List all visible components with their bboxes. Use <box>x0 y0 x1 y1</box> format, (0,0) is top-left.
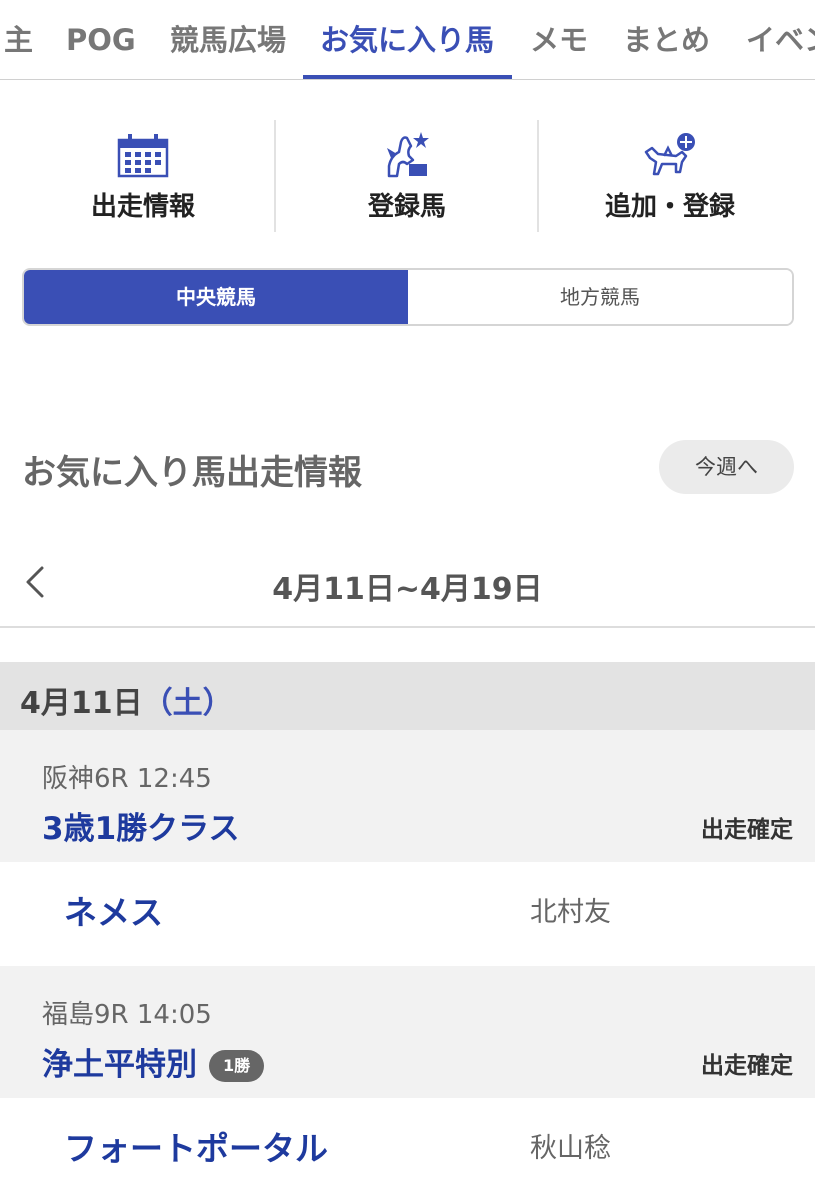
menu-add-register[interactable]: 追加・登録 <box>539 120 801 232</box>
week-range: 4月11日~4月19日 <box>272 572 543 607</box>
race-name: 浄土平特別 1勝 <box>42 1039 265 1084</box>
race-venue-time: 阪神6R 12:45 <box>42 764 212 794</box>
week-navigation: 4月11日~4月19日 <box>0 540 815 628</box>
this-week-button[interactable]: 今週へ <box>659 440 794 494</box>
jockey-name: 北村友 <box>530 897 611 928</box>
horse-row[interactable]: ネメス 北村友 <box>0 862 815 966</box>
top-tab-bar: 主 POG 競馬広場 お気に入り馬 メモ まとめ イベン <box>0 0 815 80</box>
race-header[interactable]: 阪神6R 12:45 3歳1勝クラス 出走確定 <box>0 730 815 862</box>
race-venue-time: 福島9R 14:05 <box>42 1000 212 1030</box>
menu-entry-info[interactable]: 出走情報 <box>12 120 274 232</box>
horse-trophy-icon <box>387 132 429 178</box>
tab-memo[interactable]: メモ <box>530 0 588 79</box>
tab-favorite-horses[interactable]: お気に入り馬 <box>320 0 494 79</box>
tab-event[interactable]: イベン <box>746 0 815 79</box>
tab-matome[interactable]: まとめ <box>623 0 710 79</box>
segment-local-racing[interactable]: 地方競馬 <box>408 270 792 324</box>
active-tab-indicator <box>303 75 512 79</box>
tab-keiba-hiroba[interactable]: 競馬広場 <box>170 0 286 79</box>
horse-add-icon <box>644 133 695 176</box>
menu-add-register-label: 追加・登録 <box>604 192 735 222</box>
jockey-name: 秋山稔 <box>530 1133 611 1164</box>
menu-entry-info-label: 出走情報 <box>90 192 195 222</box>
racing-category-toggle: 中央競馬 地方競馬 <box>22 268 794 326</box>
segment-central-racing[interactable]: 中央競馬 <box>24 270 408 324</box>
tab-pog[interactable]: POG <box>66 0 136 79</box>
race-name-text: 3歳1勝クラス <box>42 811 240 847</box>
favorite-menu: 出走情報 登録馬 追加・登録 <box>0 120 815 232</box>
date-text: 4月11日 <box>20 686 143 721</box>
weekday-text: （土） <box>142 686 233 721</box>
tab-owner[interactable]: 主 <box>4 0 33 79</box>
calendar-icon <box>117 134 169 178</box>
horse-row[interactable]: フォートポータル 秋山稔 <box>0 1098 815 1200</box>
race-header[interactable]: 福島9R 14:05 浄土平特別 1勝 出走確定 <box>0 966 815 1098</box>
menu-registered-horses[interactable]: 登録馬 <box>276 120 538 232</box>
section-title: お気に入り馬出走情報 <box>22 453 362 493</box>
horse-name[interactable]: フォートポータル <box>64 1122 328 1170</box>
horse-name[interactable]: ネメス <box>64 886 163 934</box>
date-header: 4月11日（土） <box>0 662 815 730</box>
race-class-badge: 1勝 <box>209 1050 265 1082</box>
menu-registered-horses-label: 登録馬 <box>367 192 446 222</box>
race-name: 3歳1勝クラス <box>42 803 240 848</box>
date-label: 4月11日（土） <box>20 678 233 722</box>
race-name-text: 浄土平特別 <box>42 1047 197 1083</box>
entry-status: 出走確定 <box>701 817 793 843</box>
entry-status: 出走確定 <box>701 1053 793 1079</box>
